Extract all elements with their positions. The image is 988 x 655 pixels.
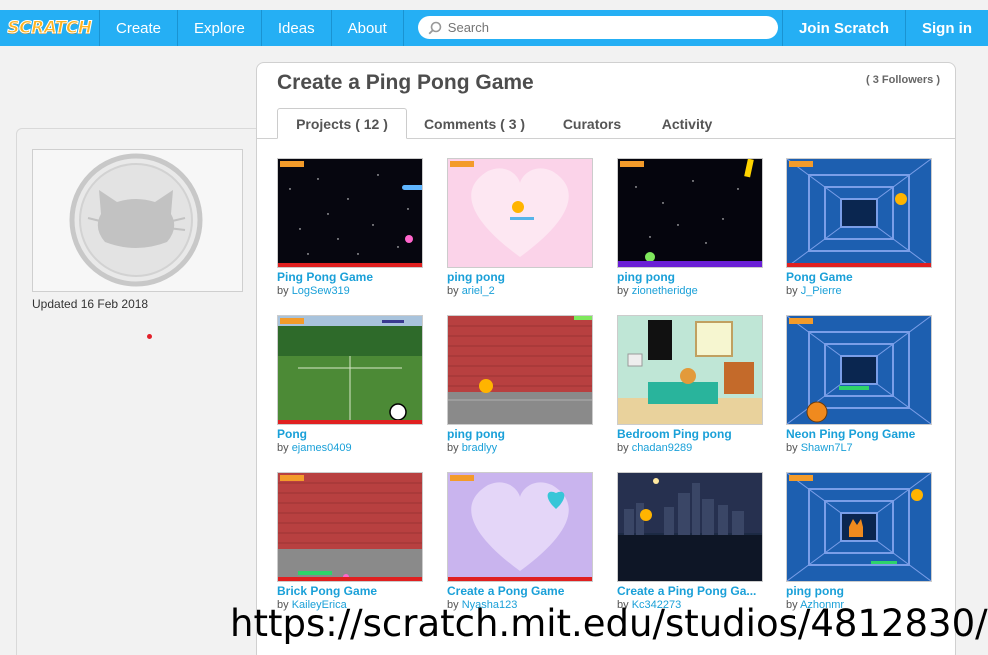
project-title[interactable]: Brick Pong Game	[277, 584, 423, 598]
project-thumbnail[interactable]	[786, 315, 932, 425]
project-byline: by ejames0409	[277, 442, 352, 454]
sign-in-link[interactable]: Sign in	[905, 10, 988, 46]
project-title[interactable]: Pong	[277, 427, 423, 441]
project-card[interactable]: ping pong by Azhonmr	[786, 472, 932, 611]
top-navbar: SCRATCH Create Explore Ideas About Join …	[0, 10, 988, 46]
project-byline: by Shawn7L7	[786, 442, 853, 454]
red-dot	[147, 334, 152, 339]
project-title[interactable]: Pong Game	[786, 270, 932, 284]
default-cat-icon	[69, 153, 203, 287]
join-scratch-link[interactable]: Join Scratch	[781, 10, 905, 46]
tab-activity[interactable]: Activity	[647, 108, 727, 139]
project-card[interactable]: Brick Pong Game by KaileyErica	[277, 472, 423, 611]
project-card[interactable]: ping pong by bradlyy	[447, 315, 593, 454]
project-byline: by J_Pierre	[786, 285, 842, 297]
project-card[interactable]: Ping Pong Game by LogSew319	[277, 158, 423, 297]
nav-about[interactable]: About	[332, 10, 404, 46]
project-byline: by ariel_2	[447, 285, 495, 297]
search-input[interactable]	[447, 20, 748, 35]
project-thumbnail[interactable]	[617, 315, 763, 425]
studio-title: Create a Ping Pong Game	[277, 71, 534, 94]
scratch-logo-text: SCRATCH	[7, 18, 93, 39]
project-thumbnail[interactable]	[277, 158, 423, 268]
search-box[interactable]	[417, 16, 778, 39]
project-thumbnail[interactable]	[447, 472, 593, 582]
project-card[interactable]: Bedroom Ping pong by chadan9289	[617, 315, 763, 454]
studio-main-panel: Create a Ping Pong Game ( 3 Followers ) …	[256, 62, 956, 655]
nav-explore[interactable]: Explore	[178, 10, 262, 46]
project-card[interactable]: ping pong by zionetheridge	[617, 158, 763, 297]
search-icon	[428, 21, 442, 34]
project-title[interactable]: ping pong	[447, 270, 593, 284]
project-byline: by bradlyy	[447, 442, 498, 454]
project-title[interactable]: Create a Pong Game	[447, 584, 593, 598]
project-author[interactable]: LogSew319	[292, 285, 350, 297]
followers-count: ( 3 Followers )	[866, 74, 940, 86]
tab-curators[interactable]: Curators	[547, 108, 637, 139]
project-thumbnail[interactable]	[617, 158, 763, 268]
project-thumbnail[interactable]	[277, 472, 423, 582]
project-title[interactable]: ping pong	[786, 584, 932, 598]
project-title[interactable]: Neon Ping Pong Game	[786, 427, 932, 441]
project-card[interactable]: Create a Pong Game by Nyasha123	[447, 472, 593, 611]
project-card[interactable]: Pong Game by J_Pierre	[786, 158, 932, 297]
nav-ideas[interactable]: Ideas	[262, 10, 332, 46]
project-thumbnail[interactable]	[786, 472, 932, 582]
project-thumbnail[interactable]	[447, 158, 593, 268]
project-byline: by LogSew319	[277, 285, 350, 297]
project-card[interactable]: Neon Ping Pong Game by Shawn7L7	[786, 315, 932, 454]
top-strip	[0, 0, 988, 10]
project-byline: by chadan9289	[617, 442, 693, 454]
project-thumbnail[interactable]	[617, 472, 763, 582]
project-thumbnail[interactable]	[447, 315, 593, 425]
project-card[interactable]: Pong by ejames0409	[277, 315, 423, 454]
project-thumbnail[interactable]	[277, 315, 423, 425]
nav-create[interactable]: Create	[100, 10, 179, 46]
studio-sidebar: Updated 16 Feb 2018	[16, 128, 262, 655]
project-thumbnail[interactable]	[786, 158, 932, 268]
project-card[interactable]: Create a Ping Pong Ga... by Kc342273	[617, 472, 763, 611]
studio-thumbnail	[32, 149, 243, 292]
project-title[interactable]: ping pong	[617, 270, 763, 284]
overlay-url-caption: https://scratch.mit.edu/studios/4812830/	[230, 602, 988, 645]
tab-projects[interactable]: Projects ( 12 )	[277, 108, 407, 139]
studio-tabs: Projects ( 12 ) Comments ( 3 ) Curators …	[257, 108, 955, 139]
tab-comments[interactable]: Comments ( 3 )	[412, 108, 537, 139]
project-author[interactable]: chadan9289	[632, 442, 693, 454]
project-title[interactable]: Bedroom Ping pong	[617, 427, 763, 441]
scratch-logo[interactable]: SCRATCH	[0, 10, 100, 46]
project-title[interactable]: ping pong	[447, 427, 593, 441]
project-author[interactable]: ariel_2	[462, 285, 495, 297]
project-title[interactable]: Create a Ping Pong Ga...	[617, 584, 763, 598]
project-card[interactable]: ping pong by ariel_2	[447, 158, 593, 297]
updated-date: Updated 16 Feb 2018	[32, 297, 149, 311]
project-title[interactable]: Ping Pong Game	[277, 270, 423, 284]
project-author[interactable]: ejames0409	[292, 442, 352, 454]
project-author[interactable]: zionetheridge	[632, 285, 698, 297]
project-author[interactable]: bradlyy	[462, 442, 497, 454]
project-byline: by zionetheridge	[617, 285, 698, 297]
project-author[interactable]: J_Pierre	[801, 285, 842, 297]
project-author[interactable]: Shawn7L7	[801, 442, 853, 454]
